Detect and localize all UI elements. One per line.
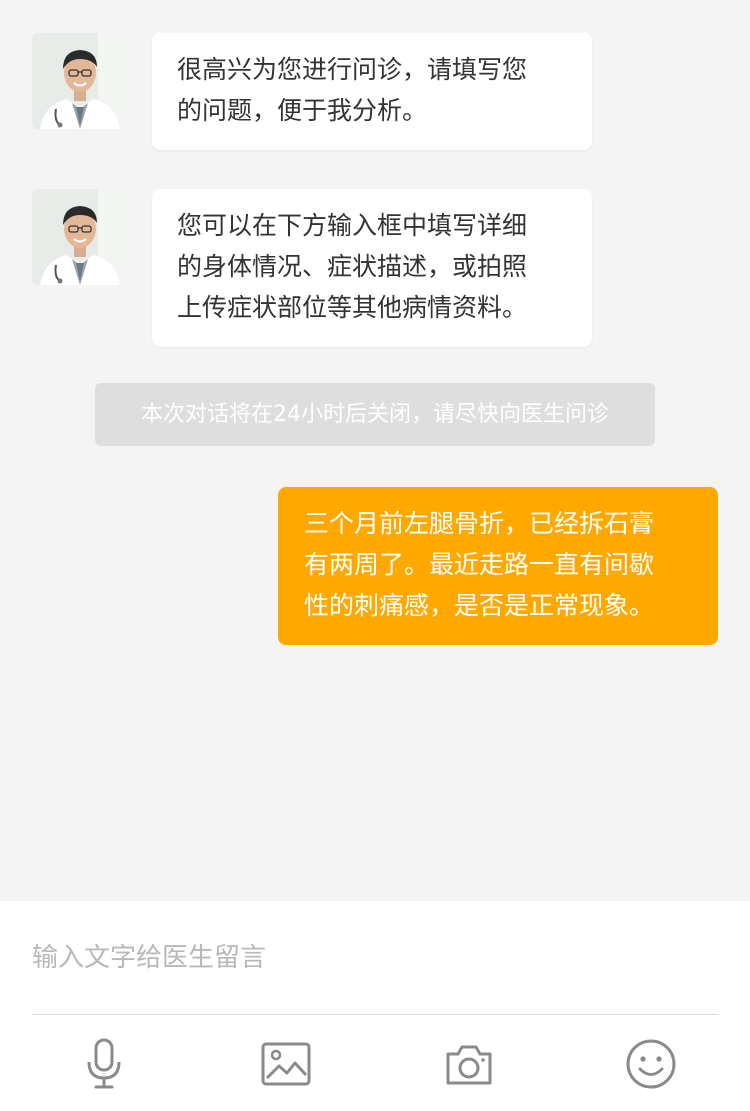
doctor-avatar[interactable]	[32, 189, 128, 285]
composer-divider	[32, 1014, 718, 1015]
message-line: 三个月前左腿骨折，已经拆石膏	[304, 509, 655, 538]
image-icon	[261, 1042, 311, 1086]
doctor-message: 很高兴为您进行问诊，请填写您 的问题，便于我分析。	[152, 33, 592, 150]
emoji-icon	[626, 1039, 676, 1089]
message-input[interactable]	[32, 923, 718, 993]
user-message: 三个月前左腿骨折，已经拆石膏 有两周了。最近走路一直有间歇 性的刺痛感，是否是正…	[278, 487, 718, 645]
message-line: 性的刺痛感，是否是正常现象。	[304, 591, 655, 620]
message-line: 的身体情况、症状描述，或拍照	[177, 252, 528, 281]
camera-button[interactable]	[439, 1034, 499, 1094]
emoji-button[interactable]	[621, 1034, 681, 1094]
voice-button[interactable]	[74, 1034, 134, 1094]
doctor-message: 您可以在下方输入框中填写详细 的身体情况、症状描述，或拍照 上传症状部位等其他病…	[152, 189, 592, 347]
message-composer	[0, 901, 750, 1111]
message-line: 很高兴为您进行问诊，请填写您	[177, 55, 528, 84]
camera-icon	[446, 1045, 492, 1085]
doctor-avatar[interactable]	[32, 33, 128, 129]
message-line: 的问题，便于我分析。	[177, 96, 428, 125]
doctor-photo	[32, 189, 128, 285]
chat-area: 很高兴为您进行问诊，请填写您 的问题，便于我分析。 您可以在下方输入框中填写详细…	[0, 0, 750, 900]
image-button[interactable]	[256, 1034, 316, 1094]
doctor-photo	[32, 33, 128, 129]
message-line: 您可以在下方输入框中填写详细	[177, 211, 528, 240]
message-line: 上传症状部位等其他病情资料。	[177, 293, 528, 322]
session-notice: 本次对话将在24小时后关闭，请尽快向医生问诊	[95, 383, 655, 446]
message-line: 有两周了。最近走路一直有间歇	[304, 550, 655, 579]
microphone-icon	[87, 1038, 121, 1089]
